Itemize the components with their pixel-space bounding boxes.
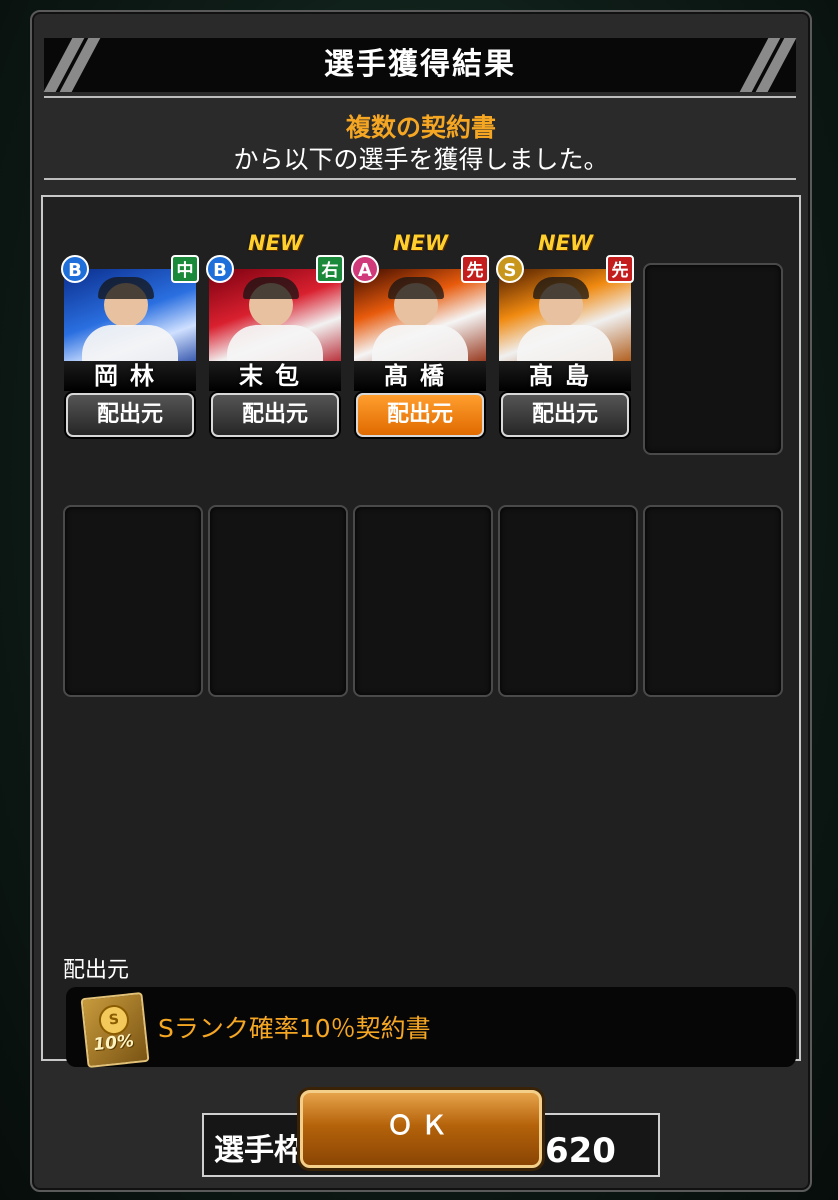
source-button[interactable]: 配出元 [66,393,194,437]
source-button[interactable]: 配出元 [211,393,339,437]
empty-player-slot [643,263,783,455]
empty-player-slot [63,505,203,697]
player-card[interactable]: NEW A 先髙橋 配出元 [351,231,489,445]
player-card[interactable]: NEW S 先髙島 配出元 [496,231,634,445]
divider [44,178,796,180]
player-name: 末包 [209,361,341,391]
rank-badge-icon: A [351,255,379,283]
player-photo [354,269,486,369]
rank-badge-icon: S [496,255,524,283]
empty-player-slot [353,505,493,697]
position-badge: 中 [171,255,199,283]
source-item-name: Sランク確率10％契約書 [158,1014,431,1043]
new-badge: NEW [393,231,449,255]
subtitle-highlight: 複数の契約書 [345,113,496,142]
position-badge: 先 [461,255,489,283]
rank-badge-icon: B [61,255,89,283]
player-name: 髙橋 [354,361,486,391]
player-name: 岡林 [64,361,196,391]
subtitle-text: から以下の選手を獲得しました。 [233,145,609,174]
rank-badge-icon: B [206,255,234,283]
ticket-percent: 10% [92,1031,136,1056]
title-bar: 選手獲得結果 [43,38,797,92]
source-button[interactable]: 配出元 [356,393,484,437]
ok-button[interactable]: ＯＫ [300,1090,542,1168]
player-name: 髙島 [499,361,631,391]
empty-player-slot [643,505,783,697]
dialog-title: 選手獲得結果 [324,47,516,82]
source-label: 配出元 [63,958,130,983]
new-badge: NEW [538,231,594,255]
player-card[interactable]: B 中岡林 配出元 [61,253,199,445]
empty-player-slot [498,505,638,697]
result-dialog: 選手獲得結果 複数の契約書 から以下の選手を獲得しました。 B 中岡林 配出元 NEW… [30,10,812,1192]
player-card[interactable]: NEW B 右末包 配出元 [206,231,344,445]
new-badge: NEW [248,231,304,255]
contract-ticket-icon: S 10% [80,991,150,1069]
divider [44,96,796,98]
player-photo [499,269,631,369]
position-badge: 右 [316,255,344,283]
source-button[interactable]: 配出元 [501,393,629,437]
player-photo [64,269,196,369]
player-photo [209,269,341,369]
source-item: S 10% Sランク確率10％契約書 [66,987,796,1069]
player-grid-area: B 中岡林 配出元 NEW B 右末包 配出元 NEW A 先髙橋 配出元 NEW S 先髙島 配出元 配出… [41,195,801,1177]
position-badge: 先 [606,255,634,283]
empty-player-slot [208,505,348,697]
